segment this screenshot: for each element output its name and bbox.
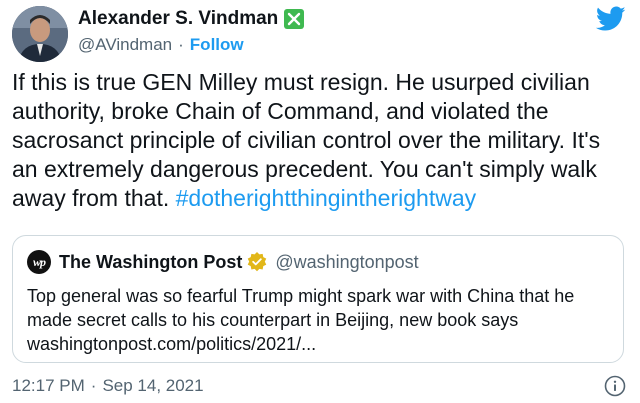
author-display-name[interactable]: Alexander S. Vindman	[78, 8, 278, 30]
gold-verified-icon	[248, 252, 267, 272]
quoted-tweet-header: wp The Washington Post @washingtonpost	[27, 248, 419, 276]
avatar[interactable]	[12, 6, 68, 62]
follow-button[interactable]: Follow	[190, 35, 244, 55]
tweet-timestamp[interactable]: 12:17 PM · Sep 14, 2021	[12, 376, 204, 396]
quoted-author-handle[interactable]: @washingtonpost	[275, 252, 418, 273]
hashtag-link[interactable]: #dotherightthingintherightway	[176, 185, 476, 211]
author-handle-row: @AVindman · Follow	[78, 35, 244, 55]
tweet-text: If this is true GEN Milley must resign. …	[12, 68, 624, 213]
handle-separator: ·	[178, 35, 184, 54]
quoted-tweet[interactable]: wp The Washington Post @washingtonpost T…	[12, 235, 624, 363]
twitter-bird-icon[interactable]	[596, 6, 626, 32]
verified-icon	[284, 9, 305, 29]
info-icon[interactable]	[604, 375, 626, 397]
author-name-row: Alexander S. Vindman	[78, 6, 305, 32]
author-handle[interactable]: @AVindman	[78, 35, 172, 55]
quoted-tweet-text: Top general was so fearful Trump might s…	[27, 286, 575, 354]
quoted-author-name[interactable]: The Washington Post	[59, 252, 242, 273]
tweet-card: Alexander S. Vindman @AVindman · Follow …	[0, 0, 640, 403]
timestamp-separator: ·	[90, 376, 97, 395]
tweet-time: 12:17 PM	[12, 376, 85, 395]
tweet-date: Sep 14, 2021	[102, 376, 204, 395]
washington-post-logo: wp	[27, 250, 51, 274]
